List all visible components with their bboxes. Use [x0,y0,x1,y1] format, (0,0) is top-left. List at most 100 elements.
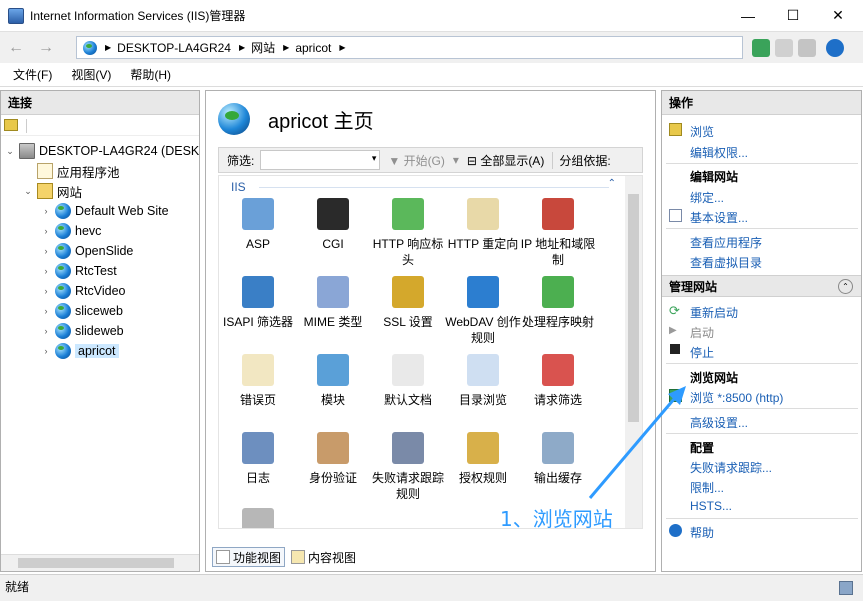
refresh-icon[interactable] [752,39,770,57]
vertical-scrollbar[interactable] [625,176,642,528]
expand-chevron-icon[interactable]: › [41,206,51,216]
site-globe-icon [55,303,71,319]
feature-item[interactable]: 身份验证 [294,432,372,486]
site-globe-icon [55,283,71,299]
feature-label: CGI [322,237,344,251]
filter-input[interactable] [260,150,381,170]
tree-node-label: RtcTest [75,264,117,278]
feature-item[interactable]: 日志 [219,432,297,486]
breadcrumb-server[interactable]: DESKTOP-LA4GR24 [117,41,231,55]
feature-item[interactable]: 默认文档 [369,354,447,408]
breadcrumb-sites[interactable]: 网站 [251,39,275,56]
action-view-virtual-dirs[interactable]: 查看虚拟目录 [690,254,762,271]
feature-item[interactable]: 请求筛选 [519,354,597,408]
site-globe-icon [55,263,71,279]
tree-node[interactable]: › sliceweb [1,301,123,321]
scroll-thumb[interactable] [628,194,639,422]
menu-help[interactable]: 帮助(H) [130,66,171,83]
expand-chevron-icon[interactable]: › [41,226,51,236]
feature-item[interactable]: CGI [294,198,372,252]
dropdown-arrow-icon[interactable]: ▾ [453,153,459,167]
action-edit-permissions[interactable]: 编辑权限... [690,144,748,161]
feature-item[interactable]: SSL 设置 [369,276,447,330]
show-all-button[interactable]: ⊟ 全部显示(A) [467,152,544,169]
action-hsts[interactable]: HSTS... [690,499,732,513]
expand-chevron-icon[interactable]: › [41,326,51,336]
action-stop[interactable]: 停止 [690,344,714,361]
feature-item[interactable]: 输出缓存 [519,432,597,486]
menu-bar: 文件(F) 视图(V) 帮助(H) [0,63,863,87]
expand-chevron-icon[interactable]: › [41,286,51,296]
tree-node-label: slideweb [75,324,124,338]
tree-node[interactable]: ⌄ DESKTOP-LA4GR24 (DESKTOP-LA4GR24\ [1,141,199,161]
action-start[interactable]: 启动 [690,324,714,341]
feature-item[interactable]: 模块 [294,354,372,408]
tree-node-label: apricot [75,344,119,358]
help-icon[interactable] [826,39,844,57]
feature-item[interactable]: 错误页 [219,354,297,408]
collapse-section-icon[interactable]: ⌃ [838,279,853,294]
feature-item[interactable]: HTTP 响应标头 [369,198,447,268]
breadcrumb-site[interactable]: apricot [295,41,331,55]
actions-pane: 操作 浏览 编辑权限... 编辑网站 绑定... 基本设置... 查看应用程序 … [661,90,862,572]
tree-node[interactable]: › apricot [1,341,119,361]
new-connection-icon[interactable] [4,119,18,131]
minimize-button[interactable]: — [725,0,771,31]
tree-node[interactable]: › Default Web Site [1,201,169,221]
expand-chevron-icon[interactable]: › [41,246,51,256]
maximize-button[interactable]: ☐ [770,0,816,31]
group-by-label[interactable]: 分组依据: [552,151,611,169]
collapse-group-icon[interactable]: ⌃ [608,178,616,189]
feature-item[interactable]: 授权规则 [444,432,522,486]
expand-chevron-icon[interactable]: › [41,266,51,276]
tree-node[interactable]: › RtcVideo [1,281,126,301]
home-icon[interactable] [798,39,816,57]
tab-features-view[interactable]: 功能视图 [212,547,286,567]
tree-node[interactable]: ⌄ 网站 [1,181,82,201]
address-box[interactable]: ▶ DESKTOP-LA4GR24 ▶ 网站 ▶ apricot ▶ [76,36,743,59]
forward-button[interactable]: → [36,38,56,58]
stop-loading-icon[interactable] [775,39,793,57]
start-filter-button[interactable]: ▼ 开始(G) [388,152,445,169]
expand-chevron-icon[interactable]: ⌄ [5,146,15,157]
menu-file[interactable]: 文件(F) [13,66,52,83]
expand-chevron-icon[interactable]: › [41,346,51,356]
restart-icon: ⟳ [669,303,680,318]
back-button[interactable]: ← [6,38,26,58]
feature-item[interactable]: 失败请求跟踪规则 [369,432,447,502]
network-status-icon [839,581,853,595]
scroll-thumb[interactable] [18,558,174,568]
action-help[interactable]: 帮助 [690,524,714,541]
feature-item[interactable]: IP 地址和域限制 [519,198,597,268]
action-browse-8500[interactable]: 浏览 *:8500 (http) [690,389,783,406]
feature-item[interactable]: ISAPI 筛选器 [219,276,297,330]
tab-content-view[interactable]: 内容视图 [288,547,359,567]
feature-item[interactable]: HTTP 重定向 [444,198,522,252]
action-failed-request-tracing[interactable]: 失败请求跟踪... [690,459,772,476]
tree-node[interactable]: › RtcTest [1,261,117,281]
feature-item[interactable]: 处理程序映射 [519,276,597,330]
action-browse[interactable]: 浏览 [690,123,714,140]
feature-item[interactable]: WebDAV 创作规则 [444,276,522,346]
action-bindings[interactable]: 绑定... [690,189,724,206]
action-restart[interactable]: 重新启动 [690,304,738,321]
menu-view[interactable]: 视图(V) [71,66,111,83]
feature-item[interactable] [219,508,297,528]
tree-node[interactable]: 应用程序池 [1,161,120,181]
action-limits[interactable]: 限制... [690,479,724,496]
expand-chevron-icon[interactable]: ⌄ [23,186,33,197]
expand-chevron-icon[interactable]: › [41,306,51,316]
tree-node[interactable]: › hevc [1,221,101,241]
action-advanced-settings[interactable]: 高级设置... [690,414,748,431]
tree-node[interactable]: › slideweb [1,321,124,341]
feature-item[interactable]: ASP [219,198,297,252]
feature-item[interactable]: 目录浏览 [444,354,522,408]
close-button[interactable]: ✕ [815,0,861,31]
horizontal-scrollbar[interactable] [1,554,199,571]
action-view-applications[interactable]: 查看应用程序 [690,234,762,251]
action-basic-settings[interactable]: 基本设置... [690,209,748,226]
tree-node[interactable]: › OpenSlide [1,241,133,261]
feature-item[interactable]: MIME 类型 [294,276,372,330]
site-globe-icon [218,103,250,135]
tree-node-label: sliceweb [75,304,123,318]
